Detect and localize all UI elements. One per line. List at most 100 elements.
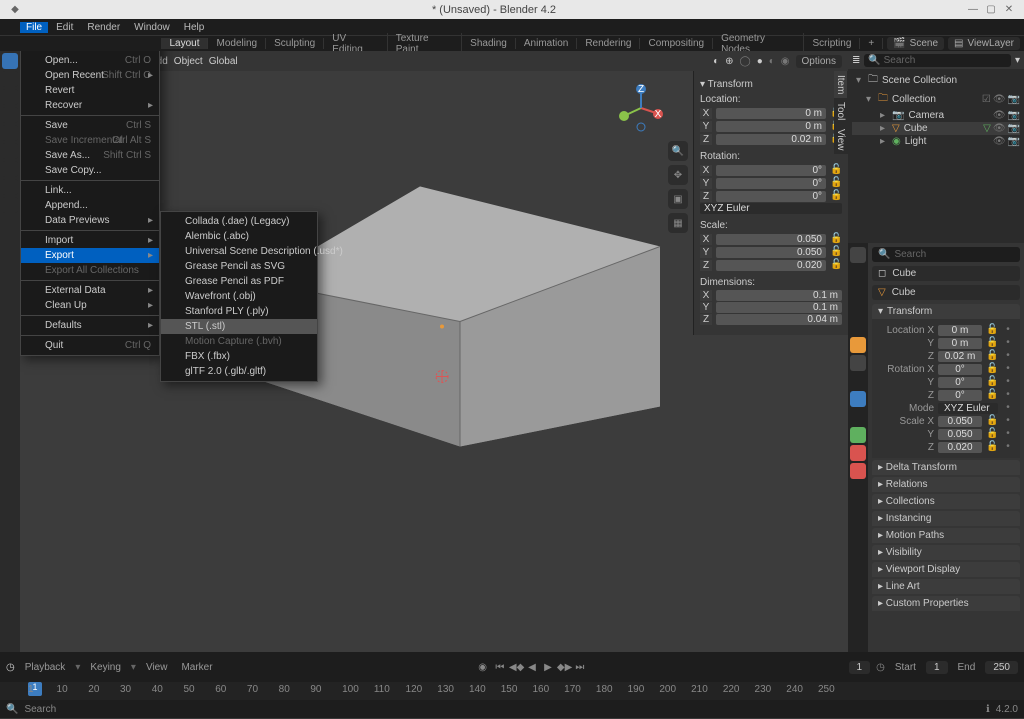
ptab-material[interactable] xyxy=(850,445,866,461)
panel-motion-paths[interactable]: ▸ Motion Paths xyxy=(872,528,1020,543)
panel-custom-properties[interactable]: ▸ Custom Properties xyxy=(872,596,1020,611)
outliner-search[interactable]: 🔍 Search xyxy=(864,54,1011,67)
status-search[interactable]: Search xyxy=(24,704,56,715)
ptab-particles[interactable] xyxy=(850,373,866,389)
ptab-world[interactable] xyxy=(850,319,866,335)
prop-rotmode[interactable]: XYZ Euler xyxy=(938,403,998,414)
rot-z[interactable]: 0° xyxy=(716,191,826,202)
timeline-ruler[interactable]: 1 11020304050607080901001101201301401501… xyxy=(0,682,1024,700)
file-menu-quit[interactable]: QuitCtrl Q xyxy=(21,338,159,353)
tree-collection[interactable]: ▾🗀Collection☑👁📷 xyxy=(852,90,1020,109)
start-frame[interactable]: 1 xyxy=(926,661,948,674)
ptab-data[interactable] xyxy=(850,427,866,443)
export-universal-scene-description-usd-[interactable]: Universal Scene Description (.usd*) xyxy=(161,244,317,259)
current-frame[interactable]: 1 xyxy=(849,661,871,674)
workspace-add[interactable]: + xyxy=(860,38,883,49)
ptab-scene[interactable] xyxy=(850,301,866,317)
3d-viewport[interactable]: Object Mode View Select Add Object Globa… xyxy=(20,51,848,652)
loc-y[interactable]: 0 m xyxy=(716,121,826,132)
file-menu-open-recent[interactable]: Open RecentShift Ctrl O▸ xyxy=(21,68,159,83)
dim-x[interactable]: 0.1 m xyxy=(716,290,842,301)
tree-light[interactable]: ▸◉Light👁📷 xyxy=(852,135,1020,148)
file-menu-import[interactable]: Import▸ xyxy=(21,233,159,248)
tool-scale[interactable] xyxy=(2,125,18,141)
panel-line-art[interactable]: ▸ Line Art xyxy=(872,579,1020,594)
workspace-tab-sculpting[interactable]: Sculpting xyxy=(266,38,324,49)
jump-start-icon[interactable]: ⏮ xyxy=(493,662,507,673)
export-grease-pencil-as-svg[interactable]: Grease Pencil as SVG xyxy=(161,259,317,274)
dim-y[interactable]: 0.1 m xyxy=(716,302,842,313)
workspace-tab-shading[interactable]: Shading xyxy=(462,38,516,49)
loc-z[interactable]: 0.02 m xyxy=(716,134,826,145)
export-gltf-2-0-glb-gltf-[interactable]: glTF 2.0 (.glb/.gltf) xyxy=(161,364,317,379)
keyframe-prev-icon[interactable]: ◀◆ xyxy=(509,662,523,673)
ptab-texture[interactable] xyxy=(850,463,866,479)
lock-icon[interactable]: 🔓 xyxy=(830,246,842,258)
workspace-tab-modeling[interactable]: Modeling xyxy=(208,38,266,49)
file-menu-data-previews[interactable]: Data Previews▸ xyxy=(21,213,159,228)
pan-icon[interactable]: ✥ xyxy=(668,165,688,185)
scene-selector[interactable]: 🎬Scene xyxy=(887,37,944,50)
prop-loc-y[interactable]: 0 m xyxy=(938,338,982,349)
workspace-tab-layout[interactable]: Layout xyxy=(161,38,208,49)
file-menu-clean-up[interactable]: Clean Up▸ xyxy=(21,298,159,313)
camera-view-icon[interactable]: ▣ xyxy=(668,189,688,209)
file-menu-link-[interactable]: Link... xyxy=(21,183,159,198)
lock-icon[interactable]: 🔓 xyxy=(830,177,842,189)
workspace-tab-animation[interactable]: Animation xyxy=(516,38,577,49)
timeline-playback[interactable]: Playback xyxy=(21,662,70,673)
tool-move[interactable] xyxy=(2,89,18,105)
ptab-output[interactable] xyxy=(850,265,866,281)
tool-measure[interactable] xyxy=(2,179,18,195)
viewlayer-selector[interactable]: ▤ViewLayer xyxy=(948,37,1020,50)
menu-file[interactable]: File xyxy=(20,22,48,33)
tool-add-cube[interactable] xyxy=(2,197,18,213)
tool-select[interactable] xyxy=(2,53,18,69)
export-alembic-abc-[interactable]: Alembic (.abc) xyxy=(161,229,317,244)
export-wavefront-obj-[interactable]: Wavefront (.obj) xyxy=(161,289,317,304)
rotmode[interactable]: XYZ Euler xyxy=(700,203,842,214)
panel-viewport-display[interactable]: ▸ Viewport Display xyxy=(872,562,1020,577)
end-frame[interactable]: 250 xyxy=(985,661,1018,674)
lock-icon[interactable]: 🔓 xyxy=(830,259,842,271)
loc-x[interactable]: 0 m xyxy=(716,108,826,119)
prop-rot-z[interactable]: 0° xyxy=(938,390,982,401)
file-menu-external-data[interactable]: External Data▸ xyxy=(21,283,159,298)
dim-z[interactable]: 0.04 m xyxy=(716,314,842,325)
menu-edit[interactable]: Edit xyxy=(50,22,79,33)
panel-delta-transform[interactable]: ▸ Delta Transform xyxy=(872,460,1020,475)
export-collada-dae-legacy-[interactable]: Collada (.dae) (Legacy) xyxy=(161,214,317,229)
filter-icon[interactable]: ▾ xyxy=(1015,55,1020,66)
export-stanford-ply-ply-[interactable]: Stanford PLY (.ply) xyxy=(161,304,317,319)
file-menu-export[interactable]: Export▸ xyxy=(21,248,159,263)
ntab-item[interactable]: Item xyxy=(834,71,847,98)
panel-transform-header[interactable]: ▾ Transform xyxy=(872,304,1020,319)
autokey-icon[interactable]: ◉ xyxy=(478,662,487,673)
play-rev-icon[interactable]: ◀ xyxy=(525,662,539,673)
menu-window[interactable]: Window xyxy=(128,22,176,33)
timeline-marker[interactable]: Marker xyxy=(177,662,216,673)
ptab-render[interactable] xyxy=(850,247,866,263)
file-menu-defaults[interactable]: Defaults▸ xyxy=(21,318,159,333)
tree-cube[interactable]: ▸▽Cube▽👁📷 xyxy=(852,122,1020,135)
prop-scale-x[interactable]: 0.050 xyxy=(938,416,982,427)
timeline-keying[interactable]: Keying xyxy=(86,662,125,673)
ntab-tool[interactable]: Tool xyxy=(834,98,847,124)
preview-range-icon[interactable]: ◷ xyxy=(876,662,885,673)
file-menu-open-[interactable]: Open...Ctrl O xyxy=(21,53,159,68)
tool-transform[interactable] xyxy=(2,143,18,159)
prop-loc-z[interactable]: 0.02 m xyxy=(938,351,982,362)
ptab-modifiers[interactable] xyxy=(850,355,866,371)
zoom-icon[interactable]: 🔍 xyxy=(668,141,688,161)
ptab-viewlayer[interactable] xyxy=(850,283,866,299)
file-menu-revert[interactable]: Revert xyxy=(21,83,159,98)
props-breadcrumb-data[interactable]: ▽Cube xyxy=(872,285,1020,300)
file-menu-save[interactable]: SaveCtrl S xyxy=(21,118,159,133)
scale-y[interactable]: 0.050 xyxy=(716,247,826,258)
persp-ortho-icon[interactable]: ▦ xyxy=(668,213,688,233)
play-icon[interactable]: ▶ xyxy=(541,662,555,673)
rot-y[interactable]: 0° xyxy=(716,178,826,189)
scale-z[interactable]: 0.020 xyxy=(716,260,826,271)
prop-rot-y[interactable]: 0° xyxy=(938,377,982,388)
lock-icon[interactable]: 🔓 xyxy=(830,190,842,202)
